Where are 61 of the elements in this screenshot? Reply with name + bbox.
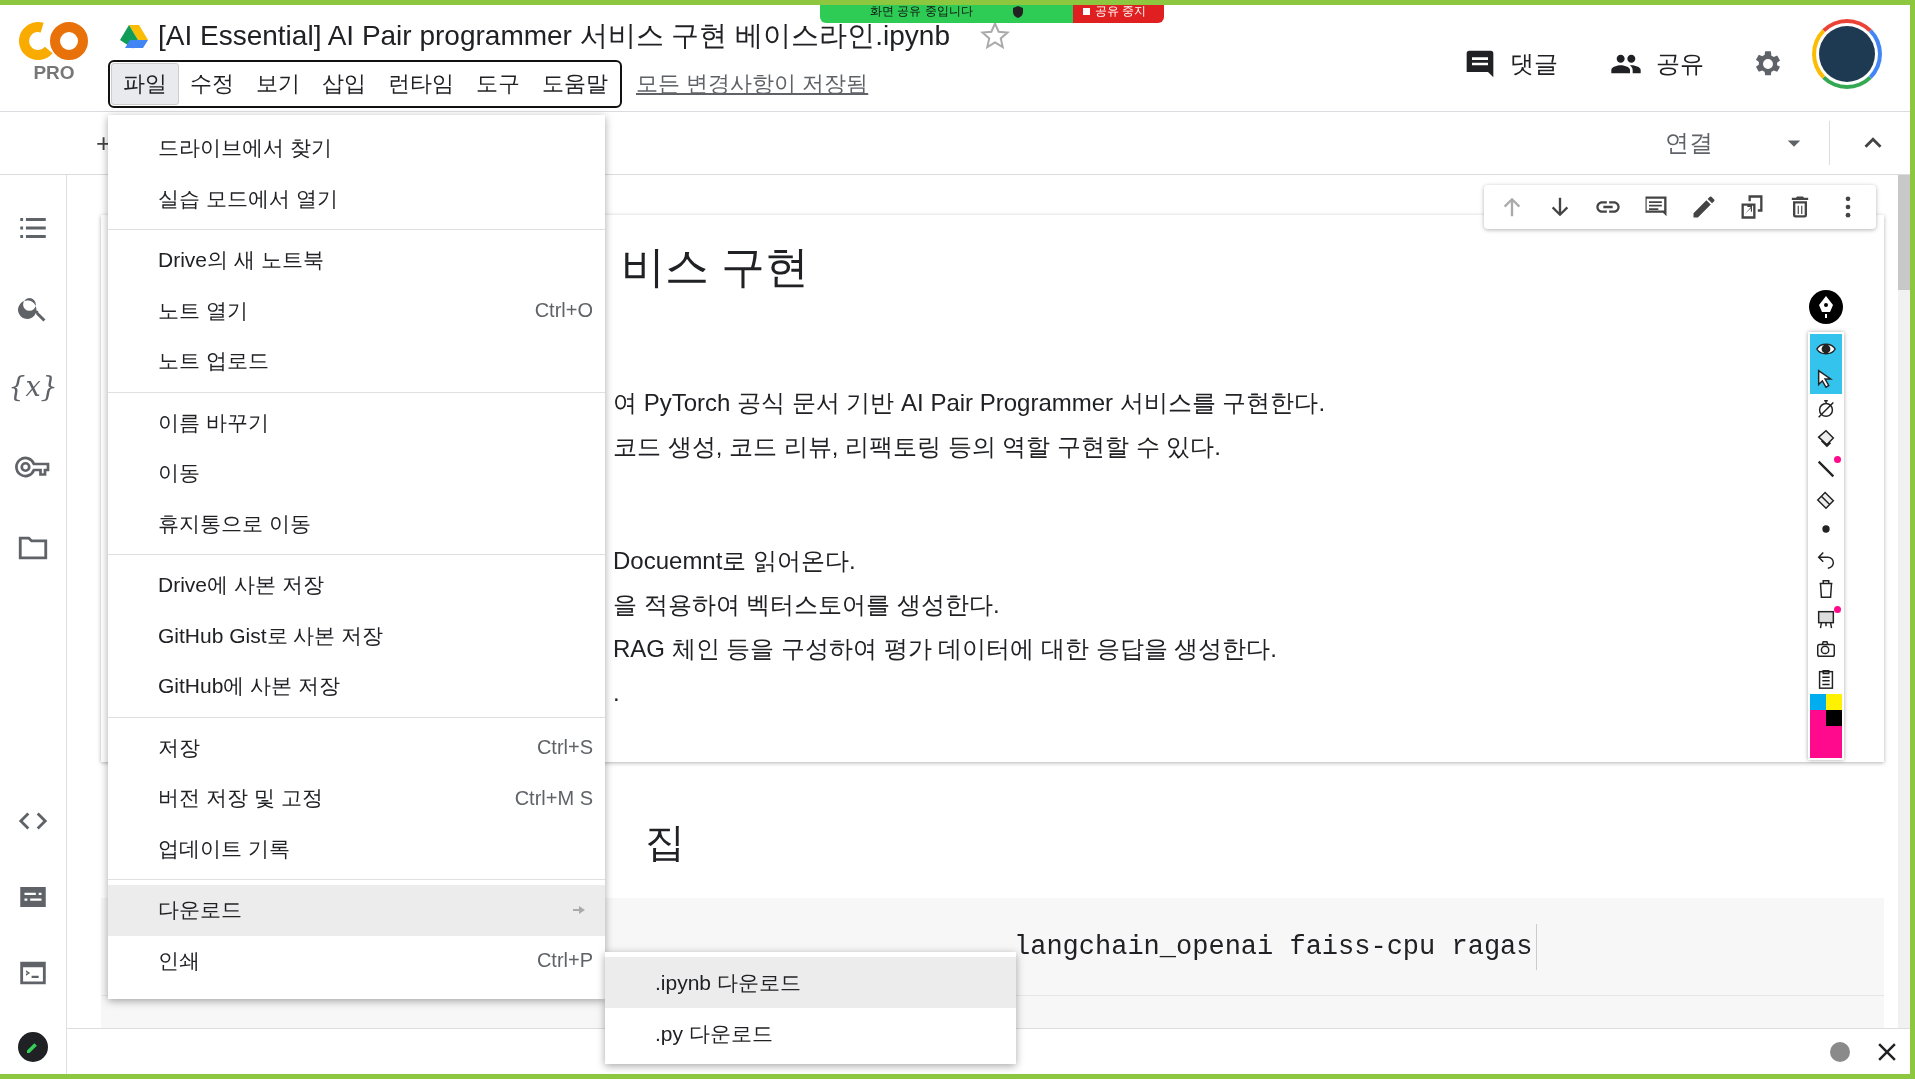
paragraph-text: 코드 생성, 코드 리뷰, 리팩토링 등의 역할 구현할 수 있다. [613,432,1221,462]
menu-item[interactable]: Drive에 사본 저장 [108,560,605,611]
pen-nib-icon[interactable] [1809,290,1843,324]
paragraph-text: 을 적용하여 벡터스토어를 생성한다. [613,590,1000,620]
color-swatch[interactable] [1810,710,1826,726]
menu-item[interactable]: 이동 [108,448,605,499]
menu-item[interactable]: 저장 Ctrl+S [108,722,605,773]
comments-button[interactable]: 댓글 [1458,47,1564,81]
menu-item[interactable]: 도움말 [531,63,619,105]
menu-item[interactable]: .ipynb 다운로드 [605,957,1016,1008]
shortcut-text: Ctrl+S [536,736,593,760]
menu-item[interactable]: 삽입 [311,63,377,105]
logo-icon[interactable] [18,21,90,61]
menu-item[interactable]: 업데이트 기록 [108,823,605,874]
variables-button[interactable]: {x} [8,371,58,403]
menu-item[interactable]: 런타임 [377,63,465,105]
menu-item[interactable]: GitHub Gist로 사본 저장 [108,610,605,661]
menu-item[interactable]: 드라이브에서 찾기 [108,123,605,174]
save-status-link[interactable]: 모든 변경사항이 저장됨 [636,69,869,99]
shortcut-text: Ctrl+P [536,949,593,973]
menu-item[interactable]: .py 다운로드 [605,1008,1016,1059]
menu-item[interactable]: 노트 업로드 [108,336,605,387]
menu-item[interactable]: 도구 [465,63,531,105]
color-swatch[interactable] [1826,710,1842,726]
paragraph-text: . [613,678,620,708]
stop-sharing-button[interactable]: 공유 중지 [1072,5,1164,23]
star-icon[interactable] [980,21,1010,51]
scrollbar[interactable] [1898,175,1910,1028]
color-swatch[interactable] [1810,694,1826,710]
avatar[interactable] [1812,19,1882,89]
paragraph-text: Docuemnt로 읽어온다. [613,546,856,576]
drive-icon [120,23,148,49]
menu-item[interactable]: 인쇄 Ctrl+P [108,935,605,986]
color-swatch[interactable] [1826,694,1842,710]
connect-button[interactable]: 연결 [1659,126,1719,160]
menu-item[interactable]: 다운로드 [108,885,605,936]
shortcut-text: Ctrl+M S [514,786,593,810]
menu-item[interactable]: 수정 [179,63,245,105]
menu-item[interactable]: 이름 바꾸기 [108,397,605,448]
menu-item[interactable]: 버전 저장 및 고정 Ctrl+M S [108,773,605,824]
menu-item[interactable]: 보기 [245,63,311,105]
pen-line-icon[interactable] [1815,458,1837,480]
pen-icon[interactable] [18,1032,48,1062]
status-dot-icon [1830,1041,1850,1062]
highlighter-icon[interactable] [1815,428,1837,450]
logo-text: PRO [33,62,75,84]
menu-item[interactable]: 실습 모드에서 열기 [108,173,605,224]
section-heading: 집 [645,819,686,866]
menu-item[interactable]: 파일 [111,63,179,105]
screen-share-banner: 화면 공유 중입니다 [820,5,1073,23]
share-button[interactable]: 공유 [1604,47,1710,81]
notebook-heading: 비스 구현 [621,241,810,293]
menu-item[interactable]: 노트 열기 Ctrl+O [108,285,605,336]
camera-icon[interactable] [1815,638,1837,660]
shortcut-text: Ctrl+O [534,299,593,323]
menu-item[interactable]: GitHub에 사본 저장 [108,661,605,712]
paragraph-text: 여 PyTorch 공식 문서 기반 AI Pair Programmer 서비스를 구현한다. [613,388,1326,418]
paragraph-text: RAG 체인 등을 구성하여 평가 데이터에 대한 응답을 생성한다. [613,634,1278,664]
menu-item[interactable]: Drive의 새 노트북 [108,235,605,286]
whiteboard-icon[interactable] [1815,608,1837,630]
menu-item[interactable]: 휴지통으로 이동 [108,498,605,549]
